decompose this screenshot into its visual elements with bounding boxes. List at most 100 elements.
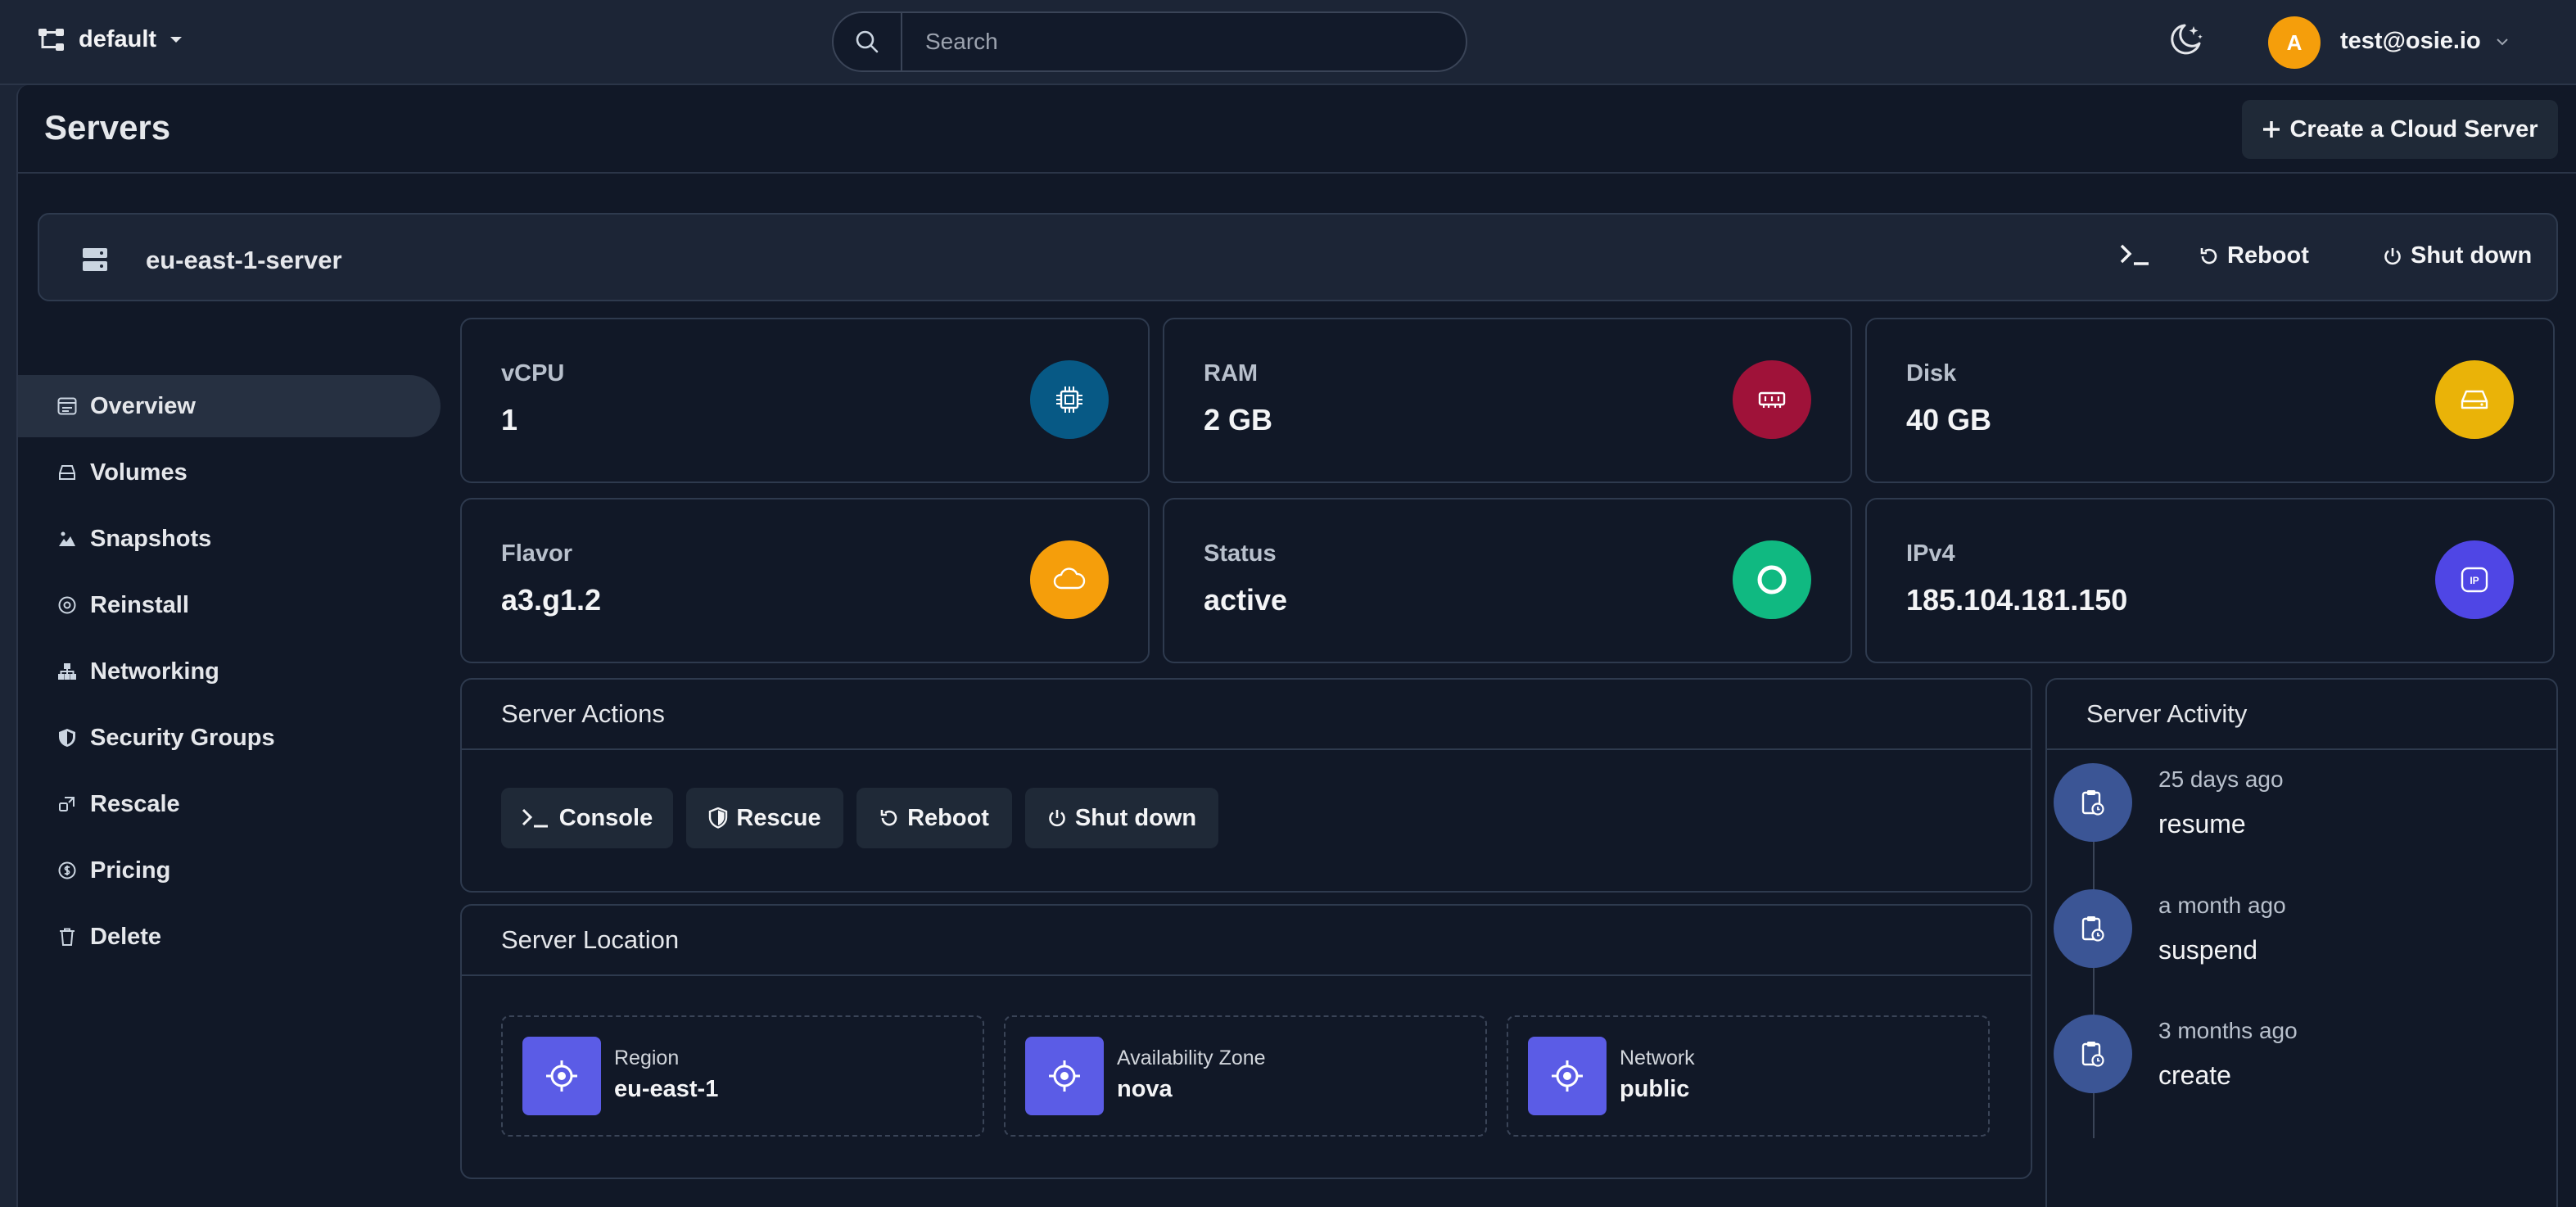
sidebar-item-label: Security Groups bbox=[90, 724, 275, 751]
region-label: Region bbox=[614, 1047, 680, 1069]
avatar[interactable]: A bbox=[2268, 16, 2321, 69]
memory-icon bbox=[1733, 360, 1811, 439]
shield-icon bbox=[57, 728, 77, 748]
shutdown-label: Shut down bbox=[1074, 804, 1197, 831]
chevron-down-icon bbox=[2496, 38, 2509, 46]
reboot-label: Reboot bbox=[2227, 242, 2309, 269]
server-location-title: Server Location bbox=[462, 906, 2031, 976]
reboot-button[interactable]: Reboot bbox=[856, 788, 1012, 848]
region-tile: Region eu-east-1 bbox=[501, 1015, 984, 1137]
sidebar-item-label: Delete bbox=[90, 923, 162, 950]
sidebar-item-overview[interactable]: Overview bbox=[18, 375, 441, 437]
activity-action: resume bbox=[2158, 809, 2246, 839]
volumes-icon bbox=[57, 463, 77, 481]
overview-icon bbox=[57, 397, 77, 415]
search-input[interactable] bbox=[902, 13, 1466, 70]
activity-time: 3 months ago bbox=[2158, 1018, 2298, 1043]
activity-time: 25 days ago bbox=[2158, 766, 2284, 792]
network-value: public bbox=[1620, 1076, 1690, 1102]
card-label: Status bbox=[1204, 540, 1277, 567]
server-activity-title: Server Activity bbox=[2047, 680, 2556, 750]
sidebar-item-label: Reinstall bbox=[90, 591, 189, 618]
card-value: 1 bbox=[501, 403, 518, 436]
trash-icon bbox=[57, 927, 77, 947]
sidebar-item-delete[interactable]: Delete bbox=[18, 906, 441, 968]
server-header: eu-east-1-server Reboot Shut down bbox=[38, 213, 2558, 301]
server-location-panel: Server Location Region eu-east-1 Availab… bbox=[460, 904, 2032, 1179]
card-value: 40 GB bbox=[1906, 403, 1992, 436]
card-label: vCPU bbox=[501, 360, 565, 387]
activity-action: create bbox=[2158, 1060, 2231, 1090]
crosshair-icon bbox=[522, 1037, 601, 1115]
user-email: test@osie.io bbox=[2340, 28, 2481, 54]
header-reboot-button[interactable]: Reboot bbox=[2199, 242, 2309, 269]
search-box bbox=[832, 11, 1467, 72]
snapshots-icon bbox=[57, 530, 77, 548]
card-value: active bbox=[1204, 583, 1288, 617]
sidebar-item-networking[interactable]: Networking bbox=[18, 640, 441, 703]
sidebar-item-label: Pricing bbox=[90, 857, 171, 884]
status-card: Status active bbox=[1163, 498, 1852, 663]
server-actions-title: Server Actions bbox=[462, 680, 2031, 750]
sidebar-item-label: Volumes bbox=[90, 459, 188, 486]
card-label: Flavor bbox=[501, 540, 573, 567]
project-tree-icon bbox=[38, 28, 66, 52]
shutdown-button[interactable]: Shut down bbox=[1025, 788, 1218, 848]
region-value: eu-east-1 bbox=[614, 1076, 719, 1102]
reboot-icon bbox=[2199, 246, 2219, 266]
activity-time: a month ago bbox=[2158, 893, 2286, 918]
page-header: Servers Create a Cloud Server bbox=[18, 85, 2576, 174]
create-cloud-server-button[interactable]: Create a Cloud Server bbox=[2242, 100, 2558, 159]
project-selector[interactable]: default bbox=[38, 26, 183, 53]
shutdown-label: Shut down bbox=[2411, 242, 2533, 269]
crosshair-icon bbox=[1025, 1037, 1104, 1115]
network-label: Network bbox=[1620, 1047, 1695, 1069]
create-label: Create a Cloud Server bbox=[2289, 115, 2538, 142]
flavor-card: Flavor a3.g1.2 bbox=[460, 498, 1150, 663]
sidebar-item-label: Overview bbox=[90, 392, 196, 419]
plus-icon bbox=[2262, 120, 2281, 139]
rescue-button[interactable]: Rescue bbox=[686, 788, 843, 848]
project-name: default bbox=[79, 26, 157, 52]
power-icon bbox=[1047, 808, 1067, 828]
sidebar-item-rescale[interactable]: Rescale bbox=[18, 773, 441, 835]
sidebar-item-label: Snapshots bbox=[90, 525, 212, 552]
user-menu[interactable]: test@osie.io bbox=[2340, 28, 2509, 55]
caret-down-icon bbox=[169, 36, 183, 44]
ip-address-icon: IP bbox=[2435, 540, 2514, 619]
console-button[interactable]: Console bbox=[501, 788, 673, 848]
top-bar: default A test@osie.io bbox=[0, 0, 2576, 85]
search-icon[interactable] bbox=[834, 13, 902, 70]
sidebar-item-reinstall[interactable]: Reinstall bbox=[18, 574, 441, 636]
activity-action: suspend bbox=[2158, 935, 2257, 965]
sidebar-item-snapshots[interactable]: Snapshots bbox=[18, 508, 441, 570]
power-icon bbox=[2383, 246, 2402, 266]
network-tile: Network public bbox=[1507, 1015, 1990, 1137]
availability-zone-label: Availability Zone bbox=[1117, 1047, 1266, 1069]
card-label: IPv4 bbox=[1906, 540, 1955, 567]
terminal-icon bbox=[2119, 242, 2152, 267]
console-label: Console bbox=[558, 804, 653, 831]
card-value: 185.104.181.150 bbox=[1906, 583, 2128, 617]
server-actions-panel: Server Actions Console Rescue Reboot Shu… bbox=[460, 678, 2032, 893]
cloud-icon bbox=[1030, 540, 1109, 619]
server-activity-panel: Server Activity 25 days ago resume a mon… bbox=[2045, 678, 2558, 1207]
networking-icon bbox=[57, 662, 77, 680]
cpu-icon bbox=[1030, 360, 1109, 439]
sidebar-item-security-groups[interactable]: Security Groups bbox=[18, 707, 441, 769]
ipv4-card: IPv4 185.104.181.150 IP bbox=[1865, 498, 2555, 663]
card-label: RAM bbox=[1204, 360, 1259, 387]
terminal-icon bbox=[522, 807, 551, 829]
card-value: a3.g1.2 bbox=[501, 583, 602, 617]
rescale-icon bbox=[57, 794, 77, 814]
terminal-button[interactable] bbox=[2119, 242, 2152, 267]
clipboard-clock-icon bbox=[2054, 1015, 2132, 1093]
sidebar-item-volumes[interactable]: Volumes bbox=[18, 441, 441, 504]
dollar-icon bbox=[57, 861, 77, 880]
theme-toggle-moon-icon[interactable] bbox=[2167, 21, 2204, 59]
rescue-label: Rescue bbox=[736, 804, 821, 831]
main-panel: Servers Create a Cloud Server eu-east-1-… bbox=[16, 85, 2576, 1207]
header-shutdown-button[interactable]: Shut down bbox=[2383, 242, 2532, 269]
availability-zone-tile: Availability Zone nova bbox=[1004, 1015, 1487, 1137]
sidebar-item-pricing[interactable]: Pricing bbox=[18, 839, 441, 902]
